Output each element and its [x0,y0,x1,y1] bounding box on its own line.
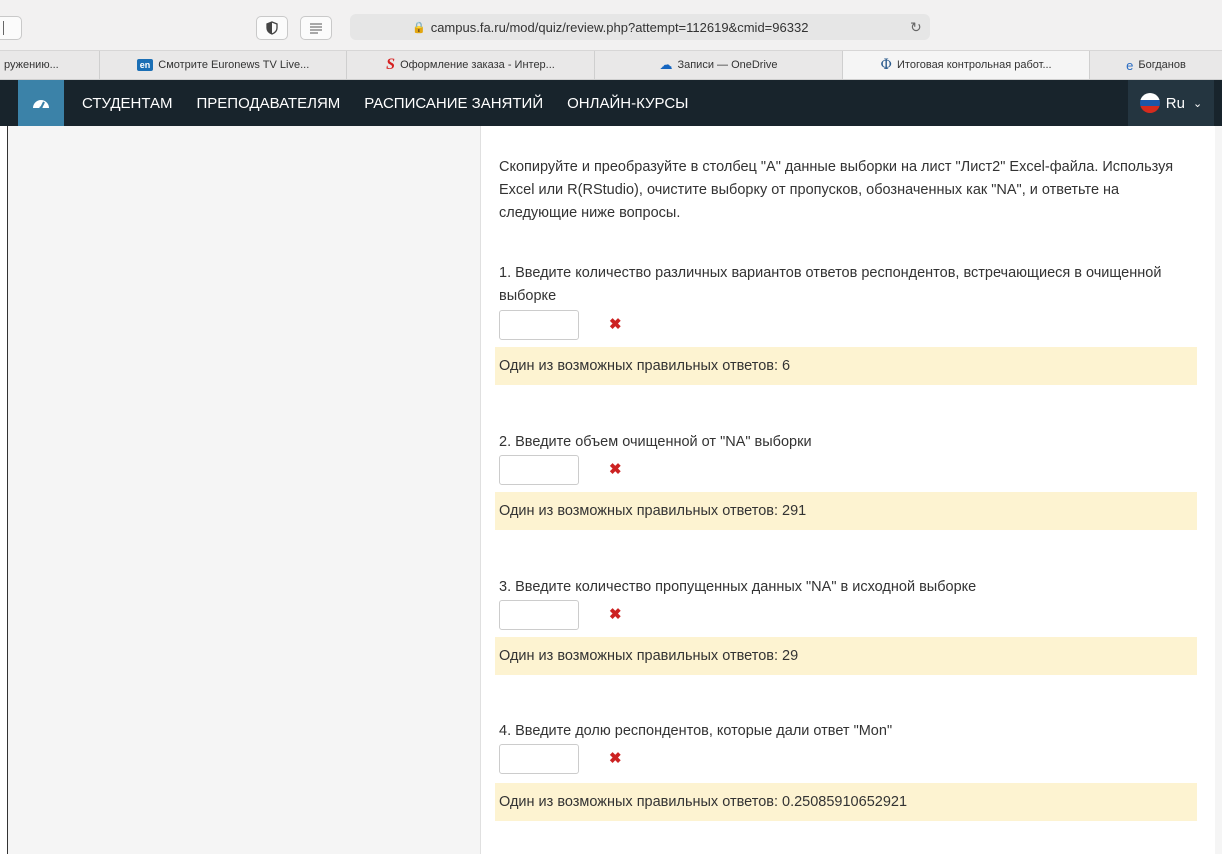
answer-input[interactable] [499,455,579,485]
tab-bar: ружению... en Смотрите Euronews TV Live.… [0,51,1222,80]
correct-answer-feedback: Один из возможных правильных ответов: 29… [495,492,1197,530]
onedrive-icon: ☁ [659,57,673,72]
tab-label: ружению... [4,59,59,71]
right-panel-edge [1215,126,1222,854]
reload-icon[interactable]: ↻ [910,19,922,36]
tab-label: Оформление заказа - Интер... [400,59,555,71]
chevron-down-icon: ⌄ [1192,97,1203,110]
reader-view-button[interactable] [300,16,332,40]
question-text: 4. Введите долю респондентов, которые да… [499,723,893,739]
answer-input[interactable] [499,600,579,630]
dashboard-icon [33,100,49,110]
address-bar[interactable]: 🔒 campus.fa.ru/mod/quiz/review.php?attem… [350,14,930,40]
nav-students[interactable]: СТУДЕНТАМ [82,95,173,112]
tab-label: Смотрите Euronews TV Live... [158,59,310,71]
left-panel [8,126,481,854]
question-text: 2. Введите объем очищенной от "NA" выбор… [499,434,812,450]
nav-online-courses[interactable]: ОНЛАЙН-КУРСЫ [567,95,688,112]
nav-teachers[interactable]: ПРЕПОДАВАТЕЛЯМ [197,95,341,112]
fa-logo-icon: Ф [880,57,893,73]
tab-label: Записи — OneDrive [677,59,778,71]
question-text: 1. Введите количество различных варианто… [499,265,1162,304]
browser-toolbar: 🔒 campus.fa.ru/mod/quiz/review.php?attem… [0,0,1222,51]
question-text: 3. Введите количество пропущенных данных… [499,579,977,595]
question-intro: Скопируйте и преобразуйте в столбец "A" … [499,159,1174,221]
tab-item[interactable]: ☁ Записи — OneDrive [595,51,843,79]
correct-answer-feedback: Один из возможных правильных ответов: 6 [495,347,1197,385]
lock-icon: 🔒 [412,21,426,34]
euronews-icon: en [136,59,154,71]
russia-flag-icon [1139,93,1160,113]
incorrect-cross-icon: ✖ [609,606,622,623]
correct-answer-feedback: Один из возможных правильных ответов: 0.… [495,783,1197,821]
nav-schedule[interactable]: РАСПИСАНИЕ ЗАНЯТИЙ [364,95,543,112]
quiz-review-content: Скопируйте и преобразуйте в столбец "A" … [481,126,1215,854]
site-navbar: СТУДЕНТАМ ПРЕПОДАВАТЕЛЯМ РАСПИСАНИЕ ЗАНЯ… [0,80,1222,126]
tab-item[interactable]: en Смотрите Euronews TV Live... [100,51,347,79]
incorrect-cross-icon: ✖ [609,316,622,333]
shield-icon [266,21,278,35]
answer-input[interactable] [499,744,579,774]
edge-icon: e [1126,57,1134,73]
tab-label: Итоговая контрольная работ... [897,59,1052,71]
privacy-shield-button[interactable] [256,16,288,40]
tab-item-active[interactable]: Ф Итоговая контрольная работ... [843,51,1090,79]
incorrect-cross-icon: ✖ [609,750,622,767]
answer-input[interactable] [499,310,579,340]
tab-item[interactable]: S Оформление заказа - Интер... [347,51,595,79]
language-selector[interactable]: Ru ⌄ [1128,80,1214,126]
correct-answer-feedback: Один из возможных правильных ответов: 29 [495,637,1197,675]
tab-item[interactable]: e Богданов [1090,51,1222,79]
s-logo-icon: S [386,56,396,73]
language-label: Ru [1165,94,1185,112]
tab-item[interactable]: ружению... [0,51,100,79]
sidebar-toggle-button[interactable] [0,16,22,40]
tab-label: Богданов [1138,59,1186,71]
url-text: campus.fa.ru/mod/quiz/review.php?attempt… [430,19,809,35]
reader-icon [310,23,322,34]
incorrect-cross-icon: ✖ [609,461,622,478]
dashboard-button[interactable] [18,80,64,126]
